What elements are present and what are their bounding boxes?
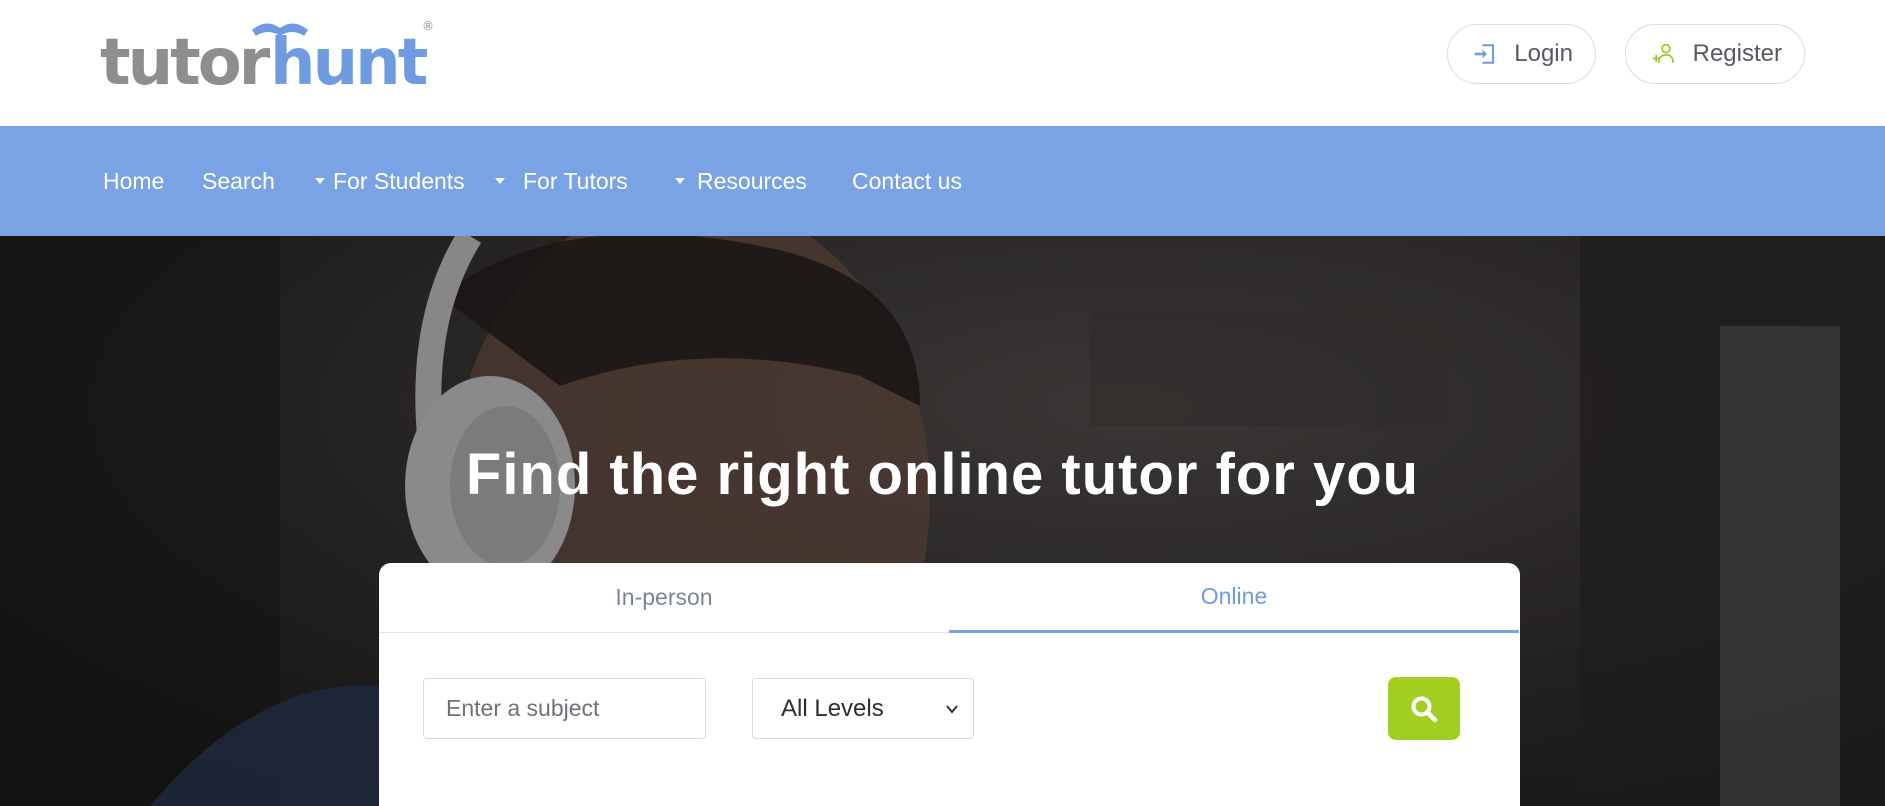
hero-title: Find the right online tutor for you — [465, 442, 1420, 507]
nav-item-home[interactable]: Home — [103, 126, 164, 236]
nav-item-resources[interactable]: Resources — [675, 126, 807, 236]
nav-label-search: Search — [202, 167, 275, 194]
add-user-icon — [1652, 43, 1674, 63]
nav-label-resources: Resources — [697, 167, 807, 194]
nav-item-for-tutors[interactable]: For Tutors — [495, 126, 628, 236]
logo-text-hunt: hunt — [270, 26, 428, 92]
caret-down-icon — [495, 178, 505, 184]
login-icon — [1474, 44, 1495, 64]
nav-item-search[interactable]: Search — [202, 126, 275, 236]
level-select[interactable]: All Levels — [752, 678, 974, 739]
register-label: Register — [1692, 40, 1782, 67]
tutorhunt-logo[interactable]: tutor hunt ® — [100, 16, 440, 92]
login-button[interactable]: Login — [1447, 24, 1596, 84]
nav-item-contact-us[interactable]: Contact us — [852, 126, 962, 236]
tab-online[interactable]: Online — [949, 563, 1519, 633]
nav-label-for-students: For Students — [333, 167, 465, 194]
main-nav: Home Search For Students For Tutors Reso… — [0, 126, 1885, 236]
login-label: Login — [1514, 40, 1573, 67]
subject-input[interactable] — [423, 678, 706, 739]
caret-down-icon — [315, 178, 325, 184]
site-header: tutor hunt ® Login Register — [0, 0, 1885, 126]
nav-label-home: Home — [103, 167, 165, 194]
search-button[interactable] — [1388, 677, 1460, 740]
tab-label-online: Online — [1200, 583, 1268, 609]
search-card: In-person Online All Levels — [379, 563, 1520, 806]
level-select-value: All Levels — [781, 694, 884, 722]
tab-label-in-person: In-person — [615, 584, 713, 610]
logo-text-tutor: tutor — [100, 26, 271, 92]
chevron-down-icon — [946, 704, 958, 714]
tab-in-person[interactable]: In-person — [379, 563, 949, 633]
caret-down-icon — [675, 178, 685, 184]
search-icon — [1411, 696, 1438, 722]
register-button[interactable]: Register — [1625, 24, 1805, 84]
nav-label-contact-us: Contact us — [852, 167, 962, 194]
nav-item-for-students[interactable]: For Students — [315, 126, 465, 236]
registered-mark: ® — [422, 19, 434, 33]
nav-label-for-tutors: For Tutors — [523, 167, 628, 194]
